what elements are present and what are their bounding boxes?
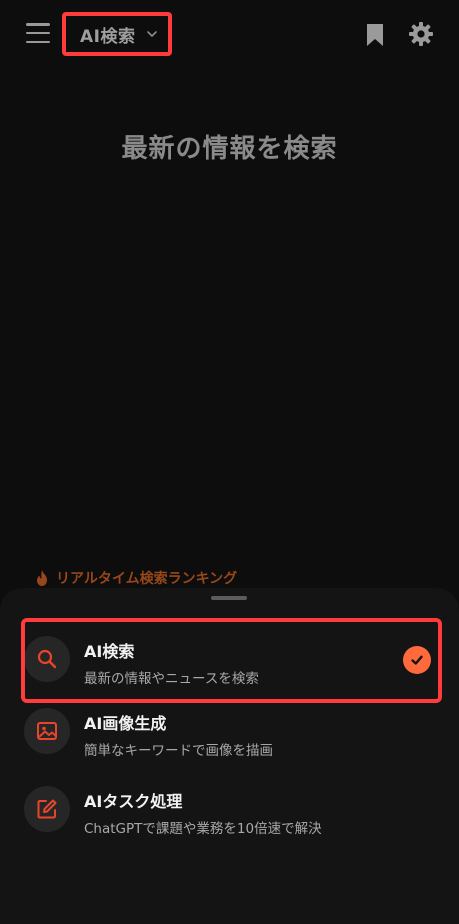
option-icon-bg (24, 786, 70, 832)
option-description: 簡単なキーワードで画像を描画 (84, 743, 273, 759)
option-ai-search[interactable]: AI検索 最新の情報やニュースを検索 (0, 622, 459, 694)
option-description: 最新の情報やニュースを検索 (84, 671, 259, 687)
image-icon (37, 722, 57, 740)
page-title: 最新の情報を検索 (121, 134, 338, 164)
top-bar: AI検索 (0, 0, 459, 68)
option-title: AI検索 (84, 642, 135, 661)
option-title: AIタスク処理 (84, 792, 183, 811)
flame-icon (37, 570, 47, 586)
option-icon-bg (24, 708, 70, 754)
app-screen: AI検索 最新の情報を検索 リアルタイム検索ランキング AI検索 最新の情報やニ… (0, 0, 459, 924)
option-icon-bg (24, 636, 70, 682)
mode-selector-label: AI検索 (80, 26, 136, 47)
menu-icon-line (26, 31, 50, 35)
mode-bottom-sheet: AI検索 最新の情報やニュースを検索 AI画像生成 簡単なキーワードで画像を描画 (0, 588, 459, 924)
search-icon (37, 649, 57, 669)
mode-selector[interactable]: AI検索 (62, 12, 172, 56)
menu-icon-line (26, 23, 50, 26)
menu-button[interactable] (24, 20, 52, 46)
gear-icon[interactable] (407, 20, 435, 48)
option-ai-task[interactable]: AIタスク処理 ChatGPTで課題や業務を10倍速で解決 (0, 772, 459, 844)
check-icon (403, 646, 431, 674)
option-description: ChatGPTで課題や業務を10倍速で解決 (84, 821, 322, 837)
option-title: AI画像生成 (84, 714, 167, 733)
ranking-label: リアルタイム検索ランキング (56, 571, 238, 587)
realtime-ranking-link[interactable]: リアルタイム検索ランキング (34, 568, 237, 588)
menu-icon-line (26, 40, 50, 43)
sheet-handle[interactable] (211, 596, 247, 600)
edit-icon (37, 799, 57, 819)
bookmark-icon[interactable] (364, 22, 386, 48)
chevron-down-icon (147, 31, 158, 37)
option-ai-image[interactable]: AI画像生成 簡単なキーワードで画像を描画 (0, 694, 459, 766)
